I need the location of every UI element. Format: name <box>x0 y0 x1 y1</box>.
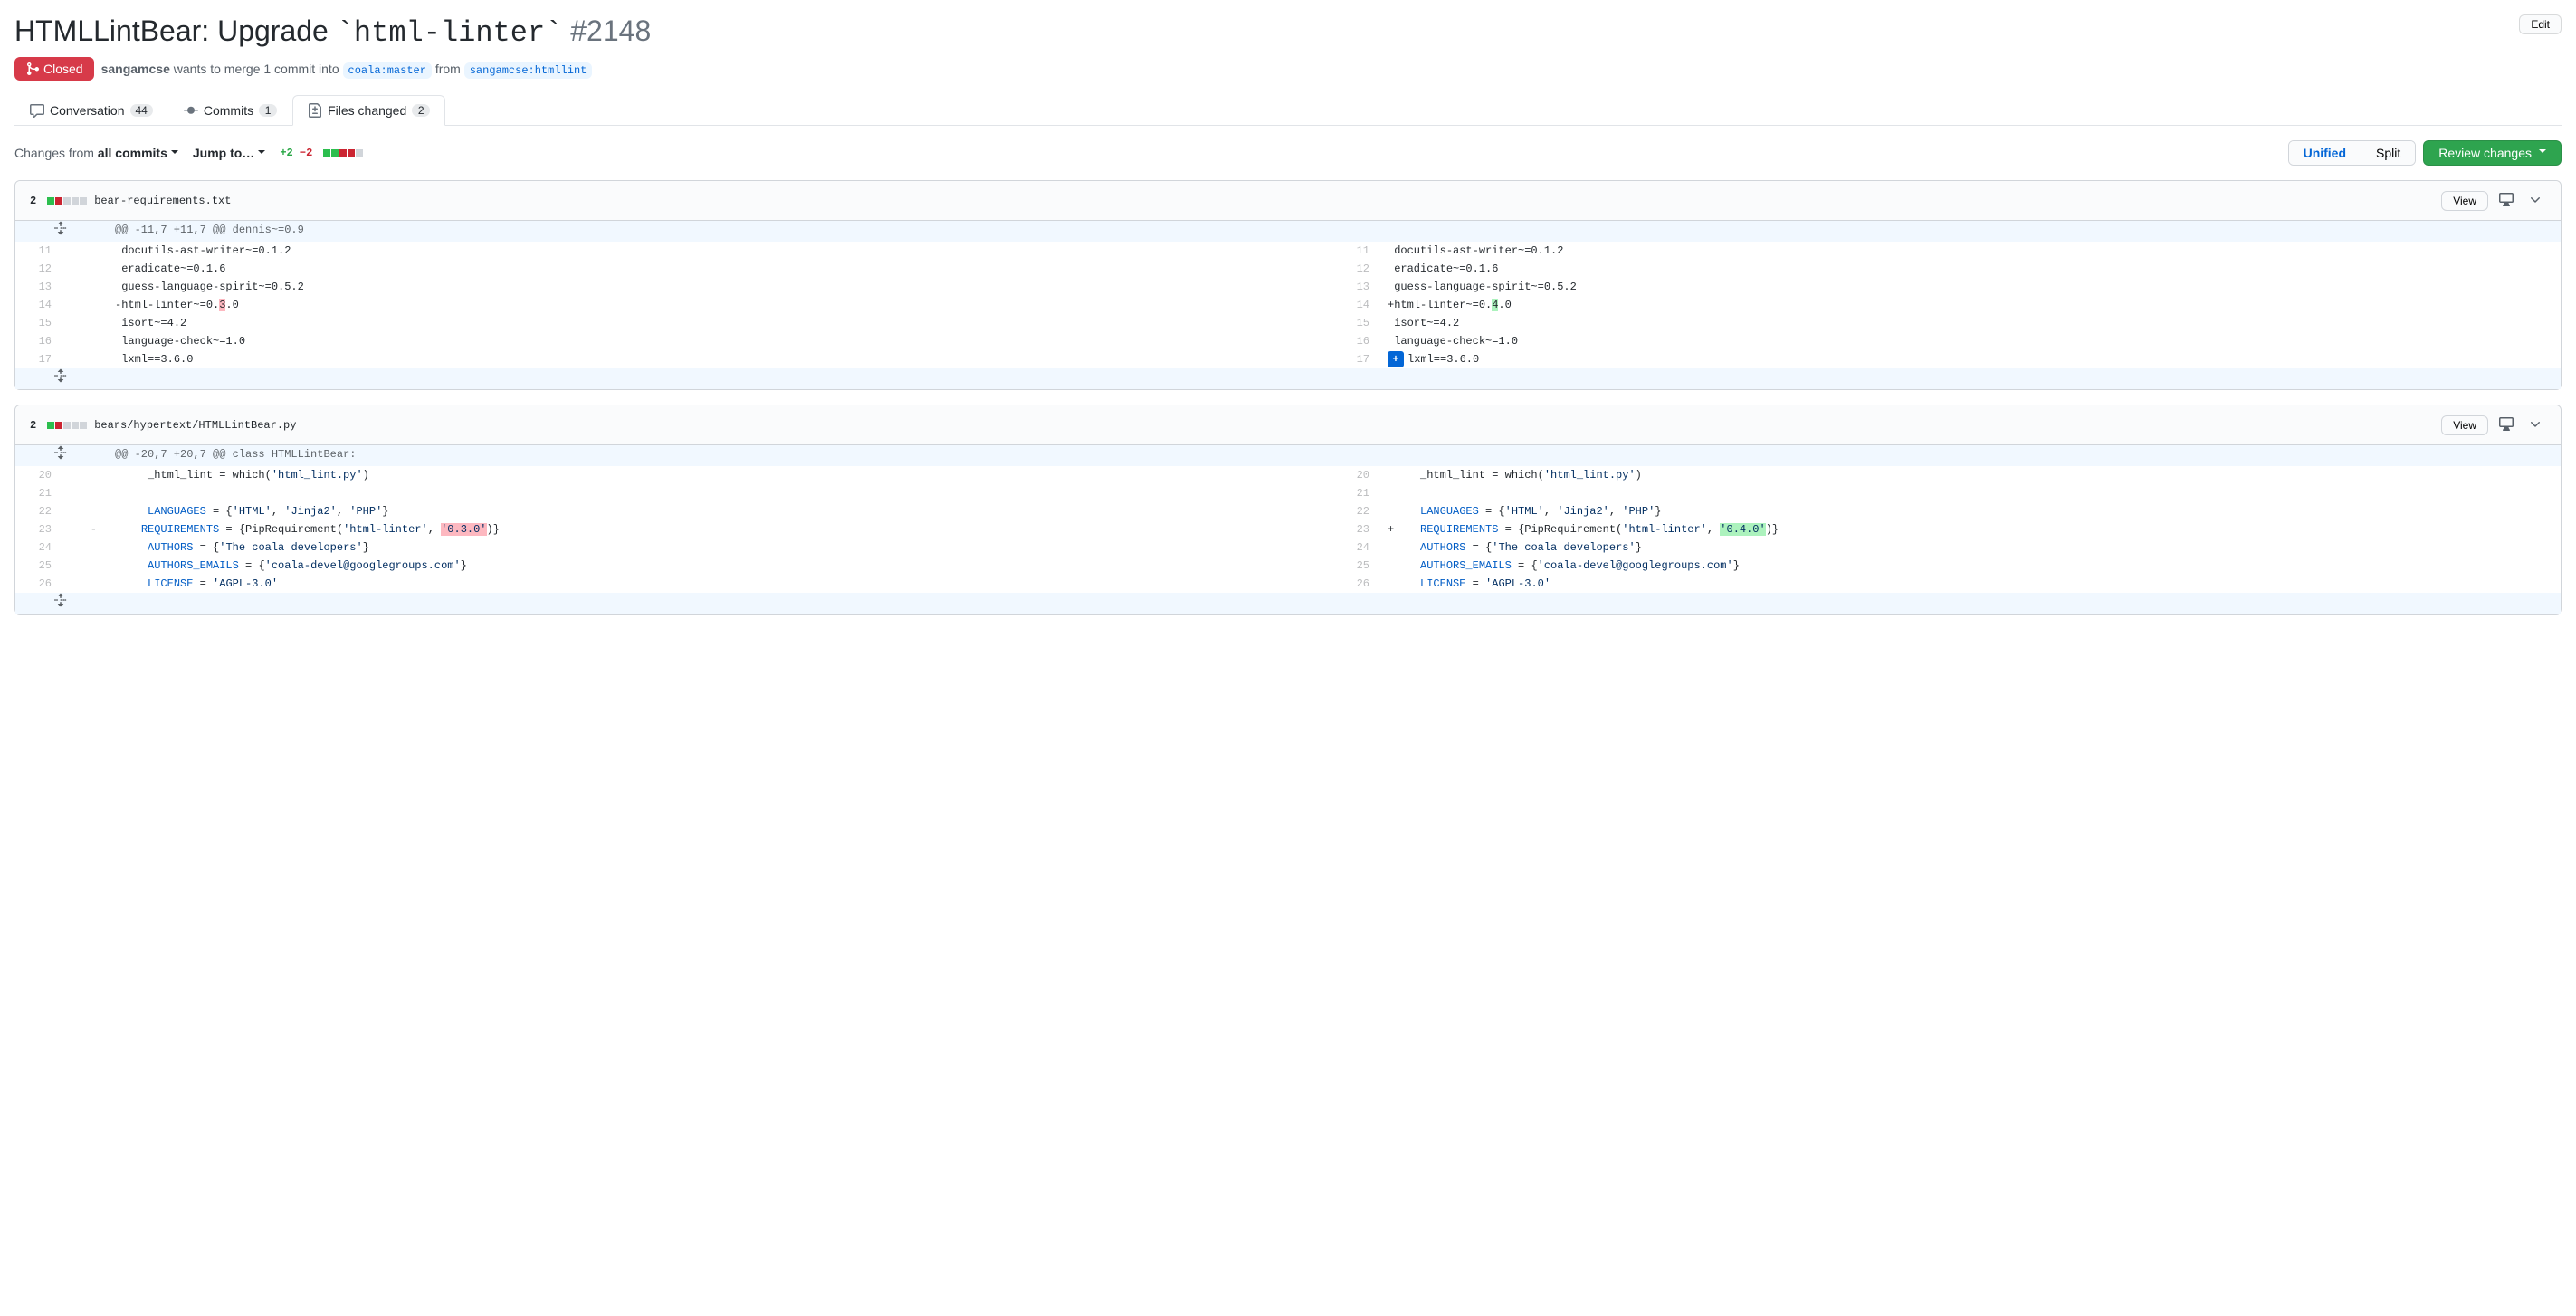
device-desktop-icon[interactable] <box>2495 188 2517 213</box>
diffstat: +2 −2 <box>280 147 362 159</box>
split-button[interactable]: Split <box>2361 141 2415 165</box>
head-branch[interactable]: sangamcse:htmllint <box>464 62 593 79</box>
commit-icon <box>184 103 198 118</box>
pr-number: #2148 <box>570 14 651 47</box>
unified-button[interactable]: Unified <box>2289 141 2361 165</box>
add-comment-button[interactable]: + <box>1388 351 1404 367</box>
review-changes-button[interactable]: Review changes <box>2423 140 2562 166</box>
pr-author[interactable]: sangamcse <box>101 62 170 76</box>
chevron-down-icon[interactable] <box>2524 188 2546 213</box>
merge-description: sangamcse wants to merge 1 commit into c… <box>101 62 593 77</box>
comment-icon <box>30 103 44 118</box>
pr-title: HTMLLintBear: Upgrade `html-linter` #214… <box>14 14 651 50</box>
tab-files-changed[interactable]: Files changed 2 <box>292 95 445 126</box>
edit-button[interactable]: Edit <box>2519 14 2562 34</box>
jump-to-dropdown[interactable]: Jump to… <box>193 146 265 160</box>
file-path[interactable]: bear-requirements.txt <box>94 195 231 207</box>
pull-request-icon <box>25 62 40 76</box>
view-file-button[interactable]: View <box>2441 415 2488 435</box>
file-diff: 2 bears/hypertext/HTMLLintBear.py View @… <box>14 405 2562 615</box>
view-file-button[interactable]: View <box>2441 191 2488 211</box>
expand-icon[interactable] <box>15 445 106 466</box>
tab-commits[interactable]: Commits 1 <box>168 95 292 125</box>
tab-conversation[interactable]: Conversation 44 <box>14 95 168 125</box>
file-path[interactable]: bears/hypertext/HTMLLintBear.py <box>94 419 296 432</box>
diff-view-toggle: Unified Split <box>2288 140 2417 166</box>
file-diff-icon <box>308 103 322 118</box>
file-diff: 2 bear-requirements.txt View @@ -11,7 +1… <box>14 180 2562 390</box>
expand-icon[interactable] <box>15 593 106 614</box>
base-branch[interactable]: coala:master <box>343 62 432 79</box>
expand-icon[interactable] <box>15 368 106 389</box>
expand-icon[interactable] <box>15 221 106 242</box>
chevron-down-icon[interactable] <box>2524 413 2546 437</box>
tabnav: Conversation 44 Commits 1 Files changed … <box>14 95 2562 126</box>
device-desktop-icon[interactable] <box>2495 413 2517 437</box>
state-badge: Closed <box>14 57 94 81</box>
changes-from-dropdown[interactable]: Changes from all commits <box>14 146 178 160</box>
